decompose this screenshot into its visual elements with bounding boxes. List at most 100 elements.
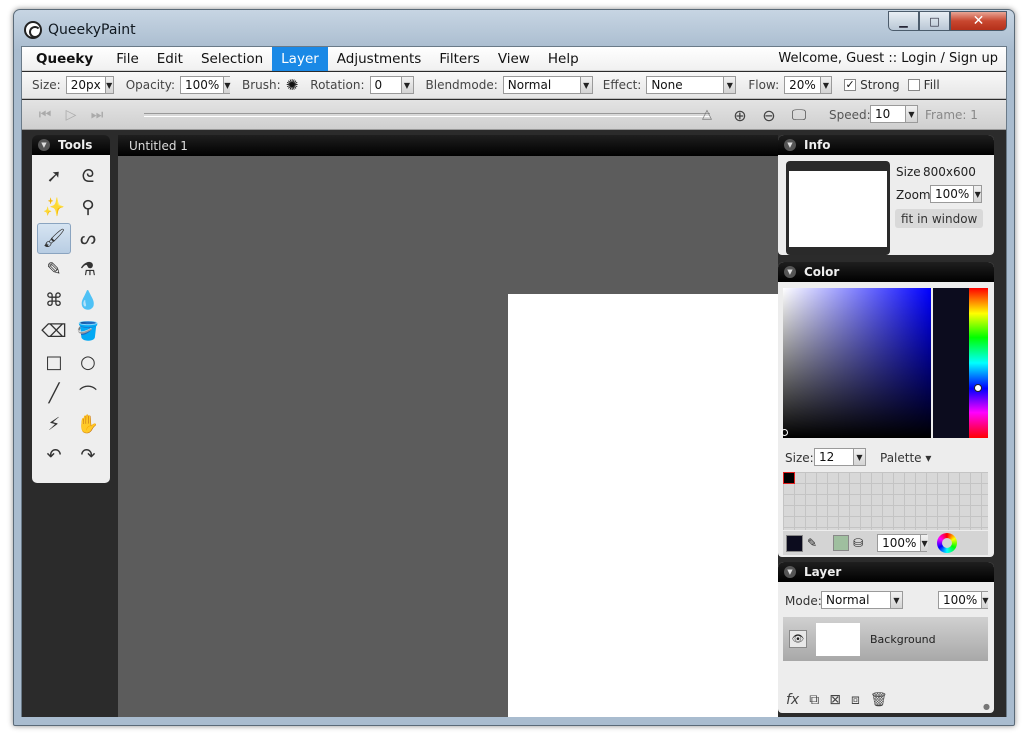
window-title: QueekyPaint — [48, 22, 136, 38]
monitor-icon[interactable]: 🖵 — [787, 104, 811, 126]
collapse-icon[interactable]: ▼ — [784, 139, 796, 151]
swatch-size-select[interactable]: 12 ▼ — [814, 448, 866, 466]
title-bar: QueekyPaint — [24, 20, 136, 40]
speed-select[interactable]: 10 ▼ — [870, 105, 918, 123]
layer-mode-value: Normal — [826, 593, 870, 607]
palette-dropdown[interactable]: Palette ▾ — [880, 451, 931, 465]
drawing-canvas[interactable] — [508, 294, 778, 717]
foreground-color-swatch[interactable] — [786, 534, 803, 552]
merge-layer-icon[interactable]: ⊠ — [829, 692, 841, 708]
empty-checkbox-icon — [907, 79, 920, 91]
minimize-button[interactable]: ▁ — [888, 11, 919, 31]
close-button[interactable]: ✕ — [950, 11, 1007, 31]
fill-checkbox[interactable]: Fill — [907, 78, 940, 92]
resize-grip-icon[interactable]: ● — [983, 702, 990, 711]
menu-adjustments[interactable]: Adjustments — [328, 47, 431, 71]
palette-swatches[interactable] — [783, 472, 988, 530]
effect-select[interactable]: None ▼ — [646, 76, 737, 94]
first-frame-icon[interactable]: ⏮ — [34, 105, 56, 125]
paint-bucket-icon[interactable]: ⛁ — [853, 536, 863, 550]
color-opacity-select[interactable]: 100% ▼ — [877, 534, 928, 552]
menu-queeky[interactable]: Queeky — [22, 47, 107, 71]
eye-icon[interactable]: 👁 — [789, 630, 807, 648]
flow-select[interactable]: 20% ▼ — [784, 76, 833, 94]
menu-view[interactable]: View — [489, 47, 539, 71]
last-frame-icon[interactable]: ⏭ — [86, 105, 108, 125]
document-tab[interactable]: Untitled 1 — [118, 135, 778, 156]
background-color-swatch[interactable] — [833, 535, 850, 551]
lasso-icon[interactable]: ᘓ — [71, 161, 105, 192]
picker-marker[interactable] — [781, 429, 788, 436]
opacity-select[interactable]: 100% ▼ — [180, 76, 231, 94]
magic-wand-icon[interactable]: ✨ — [37, 192, 71, 223]
new-layer-icon[interactable]: ⧉ — [809, 692, 819, 708]
smudge-icon[interactable]: ᔕ — [71, 223, 105, 254]
curve-icon[interactable]: ⌒ — [71, 378, 105, 409]
menu-layer[interactable]: Layer — [272, 46, 328, 71]
brush-shape-icon[interactable]: ✺ — [286, 76, 299, 94]
rectangle-icon[interactable]: □ — [37, 347, 71, 378]
rotation-select[interactable]: 0 ▼ — [369, 76, 414, 94]
size-select[interactable]: 20px ▼ — [65, 76, 114, 94]
speed-label: Speed: — [829, 108, 871, 122]
undo-icon[interactable]: ↶ — [37, 440, 71, 471]
effects-icon[interactable]: fx — [786, 692, 799, 708]
redo-icon[interactable]: ↷ — [71, 440, 105, 471]
drop-icon[interactable]: 💧 — [71, 285, 105, 316]
fit-in-window-button[interactable]: fit in window — [895, 209, 984, 228]
collapse-icon[interactable]: ▼ — [38, 139, 50, 151]
eraser-icon[interactable]: ⌫ — [37, 316, 71, 347]
brush-icon[interactable]: 🖌 — [37, 223, 71, 254]
palette-swatch-selected[interactable] — [783, 472, 795, 484]
arrow-icon[interactable]: ➚ — [37, 161, 71, 192]
menu-filters[interactable]: Filters — [430, 47, 488, 71]
layer-mode-select[interactable]: Normal ▼ — [821, 591, 903, 609]
collapse-icon[interactable]: ▼ — [784, 266, 796, 278]
layer-mode-label: Mode: — [785, 594, 822, 608]
saturation-brightness-picker[interactable] — [783, 288, 931, 438]
size-info-value: 800x600 — [923, 165, 976, 179]
layer-panel-header[interactable]: ▼ Layer — [778, 562, 994, 582]
spray-can-icon[interactable]: ⚗ — [71, 254, 105, 285]
hand-icon[interactable]: ✋ — [71, 409, 105, 440]
layer-opacity-select[interactable]: 100% ▼ — [938, 591, 989, 609]
layer-name: Background — [870, 632, 936, 646]
chevron-down-icon: ▼ — [890, 592, 902, 608]
menu-edit[interactable]: Edit — [148, 47, 192, 71]
menu-file[interactable]: File — [107, 47, 148, 71]
strong-checkbox[interactable]: ✓ Strong — [844, 78, 900, 92]
collapse-icon[interactable]: ▼ — [784, 566, 796, 578]
zoom-in-icon[interactable]: ⊕ — [728, 104, 752, 126]
menu-help[interactable]: Help — [539, 47, 588, 71]
pencil-icon[interactable]: ✎ — [37, 254, 71, 285]
frame-slider[interactable] — [144, 113, 710, 117]
color-wheel-icon[interactable] — [937, 533, 958, 553]
maximize-button[interactable]: □ — [919, 11, 950, 31]
duplicate-layer-icon[interactable]: ⧈ — [851, 692, 860, 708]
play-icon[interactable]: ▷ — [60, 105, 82, 125]
layer-row[interactable]: 👁 Background — [783, 617, 988, 661]
paint-bucket-icon[interactable]: 🪣 — [71, 316, 105, 347]
line-icon[interactable]: ╱ — [37, 378, 71, 409]
pencil-icon[interactable]: ✎ — [807, 536, 817, 550]
slider-thumb-icon[interactable]: △ — [702, 107, 716, 122]
navigator-thumbnail[interactable] — [786, 161, 890, 255]
zoom-select[interactable]: 100% ▼ — [930, 185, 982, 203]
blendmode-select[interactable]: Normal ▼ — [502, 76, 593, 94]
document-viewport[interactable] — [118, 156, 778, 717]
zoom-label: Zoom — [896, 188, 931, 202]
web-pattern-icon[interactable]: ⌘ — [37, 285, 71, 316]
menu-selection[interactable]: Selection — [192, 47, 272, 71]
ellipse-icon[interactable]: ○ — [71, 347, 105, 378]
chevron-down-icon: ▼ — [920, 535, 928, 551]
zoom-out-icon[interactable]: ⊖ — [757, 104, 781, 126]
color-panel-header[interactable]: ▼ Color — [778, 262, 994, 282]
zigzag-icon[interactable]: ⚡ — [37, 409, 71, 440]
welcome-login-link[interactable]: Welcome, Guest :: Login / Sign up — [778, 51, 998, 66]
magnifier-icon[interactable]: ⚲ — [71, 192, 105, 223]
tools-panel-header[interactable]: ▼ Tools — [32, 135, 110, 155]
trash-icon[interactable]: 🗑 — [870, 692, 888, 708]
hue-marker[interactable] — [974, 384, 982, 392]
hue-slider[interactable] — [969, 288, 988, 438]
info-panel-header[interactable]: ▼ Info — [778, 135, 994, 155]
